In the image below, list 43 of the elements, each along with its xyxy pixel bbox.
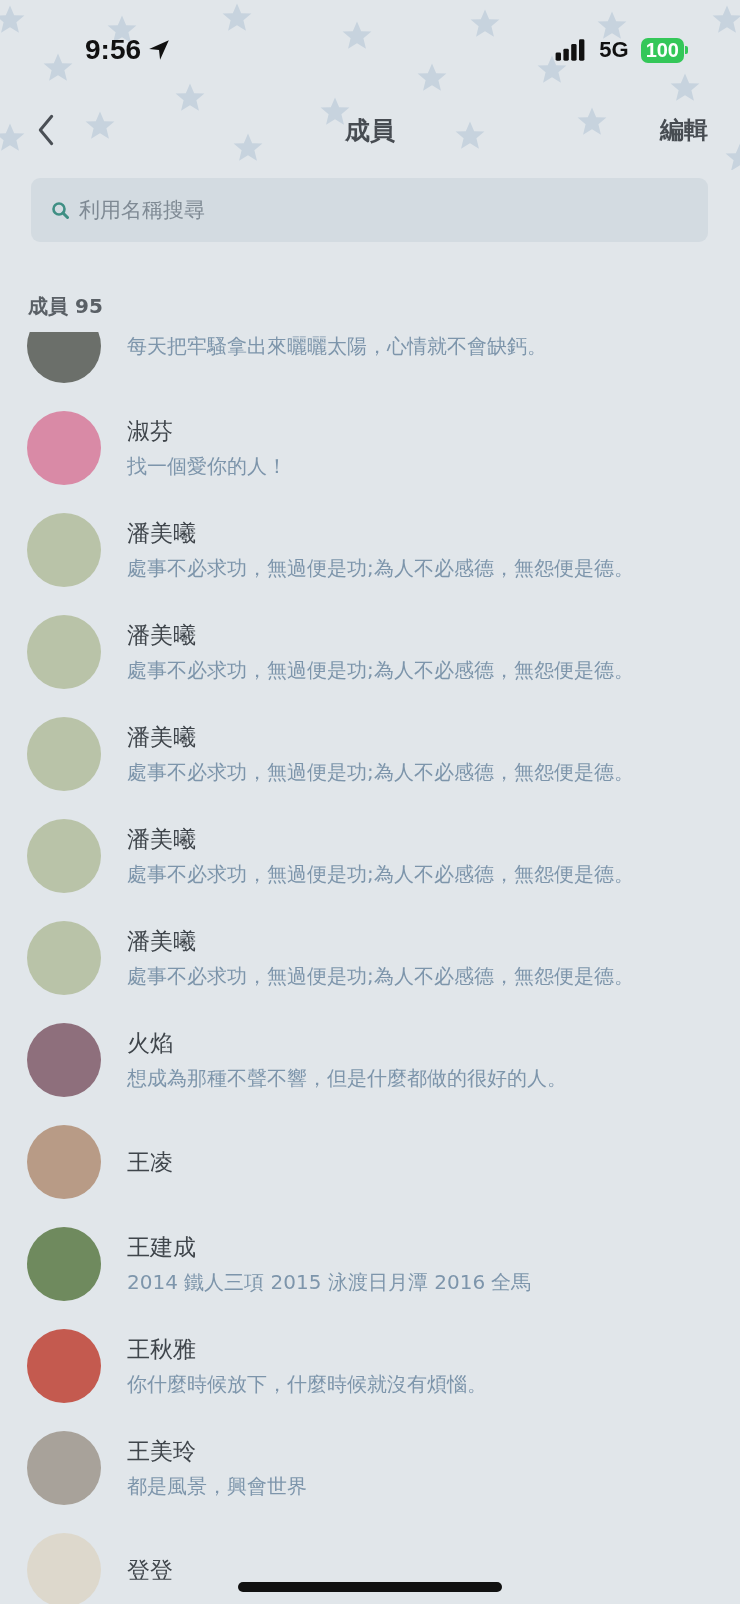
member-row[interactable]: 王建成 2014 鐵人三項 2015 泳渡日月潭 2016 全馬	[0, 1213, 740, 1315]
member-name: 潘美曦	[127, 723, 197, 752]
member-status: 你什麼時候放下，什麼時候就沒有煩惱。	[127, 1371, 487, 1398]
member-status: 處事不必求功，無過便是功;為人不必感德，無怨便是德。	[127, 657, 634, 684]
member-row[interactable]: 潘美曦 處事不必求功，無過便是功;為人不必感德，無怨便是德。	[0, 907, 740, 1009]
member-row[interactable]: 潘美曦 處事不必求功，無過便是功;為人不必感德，無怨便是德。	[0, 805, 740, 907]
member-status: 找一個愛你的人！	[127, 453, 287, 480]
member-row[interactable]: 王秋雅 你什麼時候放下，什麼時候就沒有煩惱。	[0, 1315, 740, 1417]
member-row[interactable]: 王美玲 都是風景，興會世界	[0, 1417, 740, 1519]
member-row[interactable]: 潘美曦 處事不必求功，無過便是功;為人不必感德，無怨便是德。	[0, 601, 740, 703]
member-name: 淑芬	[127, 417, 174, 446]
member-name: 王美玲	[127, 1437, 197, 1466]
member-name: 潘美曦	[127, 519, 197, 548]
member-row[interactable]: 王凌	[0, 1111, 740, 1213]
member-row[interactable]: 淑芬 找一個愛你的人！	[0, 397, 740, 499]
location-arrow-icon	[147, 38, 172, 62]
member-row[interactable]: 潘美曦 處事不必求功，無過便是功;為人不必感德，無怨便是德。	[0, 703, 740, 805]
member-status: 處事不必求功，無過便是功;為人不必感德，無怨便是德。	[127, 759, 634, 786]
chevron-left-icon	[38, 114, 54, 146]
member-row[interactable]: 火焰 想成為那種不聲不響，但是什麼都做的很好的人。	[0, 1009, 740, 1111]
member-name: 王建成	[127, 1233, 197, 1262]
member-row[interactable]: 潘美曦 處事不必求功，無過便是功;為人不必感德，無怨便是德。	[0, 499, 740, 601]
page-title: 成員	[344, 114, 396, 147]
member-name: 王凌	[127, 1147, 173, 1177]
member-name: 潘美曦	[127, 621, 197, 650]
edit-button[interactable]: 編輯	[660, 114, 708, 146]
member-name: 登登	[127, 1555, 173, 1585]
section-header: 成員 95	[28, 293, 104, 320]
member-name: 王秋雅	[127, 1335, 197, 1364]
member-name: 火焰	[127, 1029, 174, 1058]
search-field[interactable]: 利用名稱搜尋	[31, 178, 708, 242]
member-name: 潘美曦	[127, 927, 197, 956]
member-status: 都是風景，興會世界	[127, 1473, 307, 1500]
network-label: 5G	[599, 37, 629, 63]
member-status: 2014 鐵人三項 2015 泳渡日月潭 2016 全馬	[127, 1269, 532, 1296]
member-row[interactable]: 登登	[0, 1519, 740, 1604]
status-time: 9:56	[85, 34, 142, 66]
member-status: 想成為那種不聲不響，但是什麼都做的很好的人。	[127, 1065, 567, 1092]
member-status: 每天把牢騷拿出來曬曬太陽，心情就不會缺鈣。	[127, 332, 547, 360]
member-name: 潘美曦	[127, 825, 197, 854]
member-status: 處事不必求功，無過便是功;為人不必感德，無怨便是德。	[127, 555, 634, 582]
member-status: 處事不必求功，無過便是功;為人不必感德，無怨便是德。	[127, 861, 634, 888]
member-status: 處事不必求功，無過便是功;為人不必感德，無怨便是德。	[127, 963, 634, 990]
